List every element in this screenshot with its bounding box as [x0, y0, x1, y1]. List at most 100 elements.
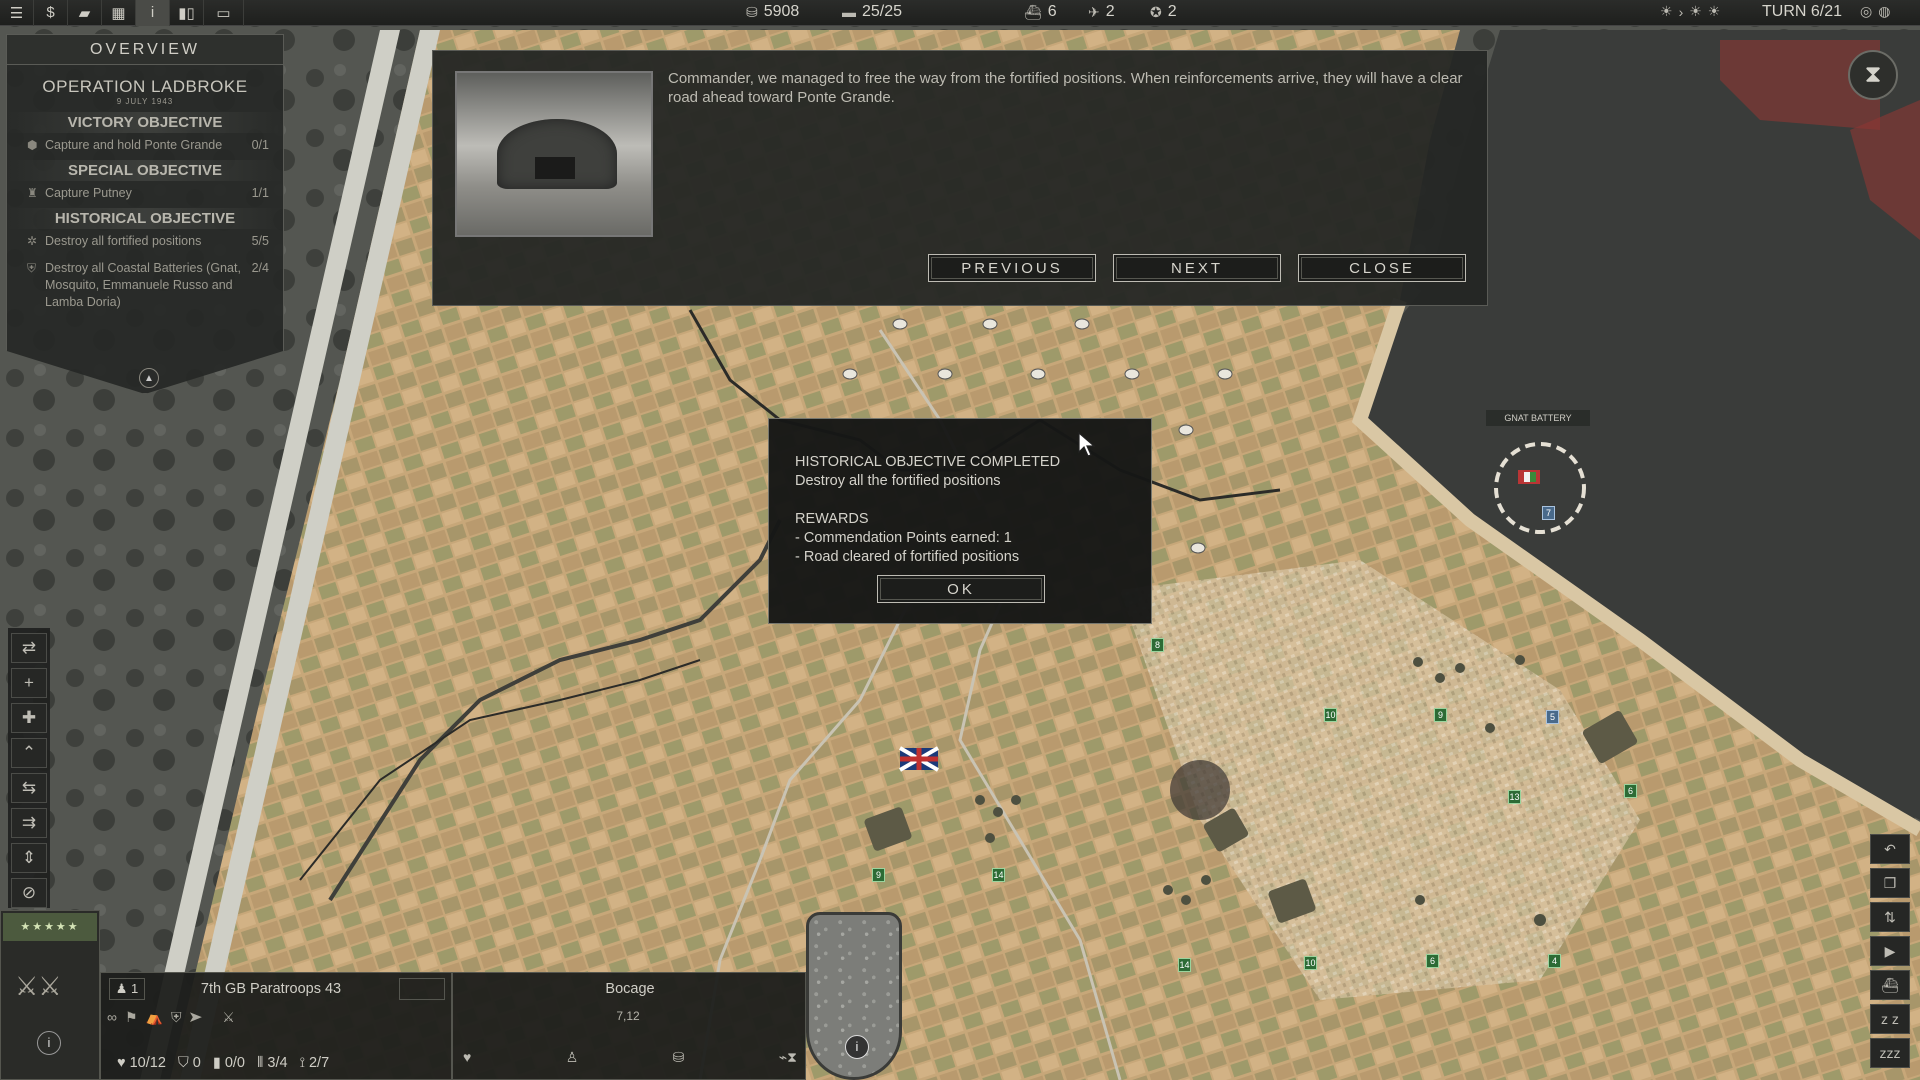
unit-trait-icons: ∞⚑⛺⛨➤ ⚔	[107, 1009, 243, 1025]
turn-value: TURN 6/21	[1762, 3, 1843, 20]
fuel-icon: ⟟	[299, 1055, 305, 1071]
special-objective-item: ♜ Capture Putney 1/1	[7, 181, 283, 202]
chat-icon[interactable]: ▰	[68, 0, 102, 26]
unit-strength-marker[interactable]: 14	[992, 868, 1005, 882]
next-unit-icon[interactable]: ▶	[1870, 936, 1910, 966]
heart-icon: ♥	[463, 1049, 472, 1065]
next-button[interactable]: NEXT	[1113, 254, 1281, 282]
unit-strength-marker[interactable]: 7	[1542, 506, 1555, 520]
unit-strength-marker[interactable]: 8	[1151, 638, 1164, 652]
ship-icon[interactable]: ⛴	[1870, 970, 1910, 1000]
cycle-icon[interactable]: ⇅	[1870, 902, 1910, 932]
unit-strength-marker[interactable]: 4	[1548, 954, 1561, 968]
heart-icon: ♥	[117, 1055, 126, 1071]
movement-value: 3/4	[267, 1055, 288, 1071]
objective-text: Destroy all fortified positions	[45, 234, 202, 248]
info-icon[interactable]: i	[845, 1035, 869, 1059]
info-icon[interactable]: i	[37, 1031, 61, 1055]
victory-objective-item: ⬢ Capture and hold Ponte Grande 0/1	[7, 133, 283, 154]
overview-header[interactable]: OVERVIEW	[7, 35, 283, 65]
objective-text: Capture Putney	[45, 186, 132, 200]
right-toolbar: ↶ ❐ ⇅ ▶ ⛴ z z zzz	[1866, 830, 1914, 1080]
upgrade-icon[interactable]: ⌃	[11, 738, 47, 768]
ok-button[interactable]: OK	[877, 575, 1045, 603]
globe-icon[interactable]: ◍	[1878, 3, 1890, 20]
unit-strength-marker[interactable]: 13	[1508, 790, 1521, 804]
left-toolbar: ⇄ + ✚ ⌃ ⇆ ⇉ ⇕ ⊘	[8, 628, 50, 908]
unit-name: 7th GB Paratroops 43	[200, 981, 342, 997]
unit-stats: ♥ 10/12 ⛉ 0 ▮ 0/0 ⦀ 3/4 ⟟ 2/7	[105, 1049, 449, 1077]
rewards-heading: REWARDS	[795, 511, 869, 527]
previous-button[interactable]: PREVIOUS	[928, 254, 1096, 282]
settings-buttons[interactable]: ◎ ◍	[1860, 3, 1890, 20]
core-slots-counter: ▬ 25/25	[842, 3, 902, 21]
menu-icon[interactable]: ☰	[0, 0, 34, 26]
unit-slot[interactable]	[399, 978, 445, 1000]
unit-portrait[interactable]: ★★★★★ ⚔⚔ i	[0, 910, 100, 1080]
collapse-button[interactable]: ▲	[139, 368, 159, 388]
turn-counter: TURN 6/21	[1762, 3, 1842, 21]
air-value: 2	[1105, 3, 1115, 20]
sleep-icon[interactable]: z z	[1870, 1004, 1910, 1034]
unit-info-panel: ♟ 1 7th GB Paratroops 43 ∞⚑⛺⛨➤ ⚔ ♥ 10/12 …	[100, 972, 452, 1080]
plus-icon[interactable]: +	[11, 668, 47, 698]
victory-objective-title: VICTORY OBJECTIVE	[7, 112, 283, 133]
reinforce-icon[interactable]: ✚	[11, 703, 47, 733]
defense-icon: ⛉	[177, 1055, 189, 1071]
terrain-info-panel: Bocage 7,12 ♥ ♙ ⛁ ⌁⧗	[452, 972, 806, 1080]
cancel-icon[interactable]: ⊘	[11, 878, 47, 908]
terrain-modifier-icons: ♥ ♙ ⛁ ⌁⧗	[463, 1049, 797, 1066]
unit-strength-marker[interactable]: 6	[1426, 954, 1439, 968]
undo-icon[interactable]: ↶	[1870, 834, 1910, 864]
historical-objective-title: HISTORICAL OBJECTIVE	[7, 208, 283, 229]
naval-value: 6	[1047, 3, 1057, 20]
soldier-icon: ♙	[565, 1049, 579, 1065]
info-icon[interactable]: i	[136, 0, 170, 26]
chart-icon[interactable]: ▮▯	[170, 0, 204, 26]
terrain-portrait[interactable]: i	[806, 912, 902, 1080]
target-icon[interactable]: ◎	[1860, 3, 1872, 20]
unit-strength-marker[interactable]: 10	[1324, 708, 1337, 722]
objective-count: 1/1	[251, 186, 269, 200]
transport-icon[interactable]: ⇆	[11, 773, 47, 803]
sun-icon: ☀	[1707, 3, 1721, 19]
unit-strength-marker[interactable]: 9	[872, 868, 885, 882]
ammo-icon: ▮	[212, 1055, 221, 1071]
unit-strength-marker[interactable]: 5	[1546, 710, 1559, 724]
tank-icon: ▬	[842, 4, 856, 20]
layers-icon[interactable]: ❐	[1870, 868, 1910, 898]
coins-icon: ⛁	[746, 3, 758, 20]
supply-icon: ⛁	[672, 1049, 685, 1065]
health-value: 10/12	[129, 1055, 166, 1071]
dialog-text: HISTORICAL OBJECTIVE COMPLETED Destroy a…	[795, 453, 1060, 567]
unit-strength-marker[interactable]: 14	[1178, 958, 1191, 972]
unit-strength-marker[interactable]: 9	[1434, 708, 1447, 722]
objective-count: 2/4	[251, 261, 269, 275]
weather-forecast[interactable]: ☀ › ☀ ☀	[1660, 3, 1720, 20]
sun-icon: ☀	[1660, 3, 1673, 19]
mouse-cursor-icon	[1078, 432, 1096, 457]
reward-item: - Road cleared of fortified positions	[795, 549, 1020, 565]
sleep-all-icon[interactable]: zzz	[1870, 1038, 1910, 1068]
money-icon[interactable]: $	[34, 0, 68, 26]
hex-coords: 7,12	[616, 1009, 640, 1023]
paratrooper-icon: ⚔⚔	[15, 971, 62, 1001]
objective-count: 0/1	[251, 138, 269, 152]
shield-icon: ⛨	[27, 261, 37, 275]
unit-strength-marker[interactable]: 10	[1304, 956, 1317, 970]
end-turn-button[interactable]: ⧗	[1848, 50, 1898, 100]
prestige-counter: ⛁ 5908	[746, 3, 799, 21]
hourglass-icon: ⧗	[1864, 61, 1882, 88]
swap-icon[interactable]: ⇄	[11, 633, 47, 663]
fuel-value: 2/7	[308, 1055, 330, 1071]
grid-icon[interactable]: ▦	[102, 0, 136, 26]
bunker-photo	[455, 71, 653, 237]
unit-strength-marker[interactable]: 6	[1624, 784, 1637, 798]
special-objective-title: SPECIAL OBJECTIVE	[7, 160, 283, 181]
entrench-icon: ⌁⧗	[778, 1049, 797, 1065]
disband-icon[interactable]: ⇕	[11, 843, 47, 873]
embark-icon[interactable]: ⇉	[11, 808, 47, 838]
window-icon[interactable]: ▭	[204, 0, 244, 26]
historical-objective-item: ⛨ Destroy all Coastal Batteries (Gnat, Mo…	[7, 250, 283, 311]
close-button[interactable]: CLOSE	[1298, 254, 1466, 282]
